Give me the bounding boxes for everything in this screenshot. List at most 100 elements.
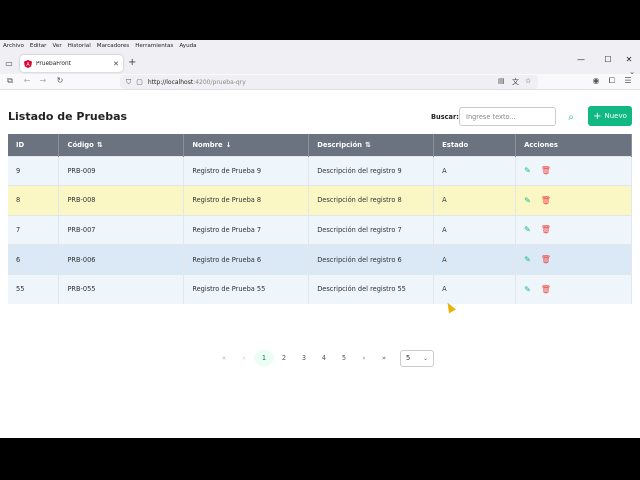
reader-view-icon[interactable]: ▤: [498, 77, 505, 85]
shield-icon[interactable]: ⛉: [126, 78, 131, 87]
sidebar-icon[interactable]: ⧉: [4, 76, 16, 86]
edit-icon[interactable]: ✎: [524, 285, 531, 294]
cell-id: 55: [8, 273, 60, 304]
cell-codigo: PRB-007: [58, 214, 185, 245]
menu-editar[interactable]: Editar: [30, 43, 47, 49]
forward-icon[interactable]: →: [37, 76, 49, 85]
page-button-5[interactable]: 5: [334, 350, 354, 366]
cell-estado: A: [433, 273, 517, 304]
angular-logo-icon: A: [24, 59, 32, 68]
cell-nombre: Registro de Prueba 8: [183, 185, 310, 216]
cell-acciones: ✎ 🗑: [515, 214, 632, 245]
cell-acciones: ✎ 🗑: [515, 155, 632, 186]
cell-descripcion: Descripción del registro 8: [308, 185, 435, 216]
browser-window: Archivo Editar Ver Historial Marcadores …: [0, 40, 640, 438]
bookmark-star-icon[interactable]: ☆: [525, 77, 531, 85]
url-text: http://localhost:4200/prueba-qry: [147, 78, 246, 86]
search-label: Buscar:: [431, 113, 459, 121]
cell-acciones: ✎ 🗑: [515, 273, 632, 304]
cell-descripcion: Descripción del registro 9: [308, 155, 435, 186]
page-size-select[interactable]: 5 ⌄: [400, 349, 434, 367]
sort-both-icon[interactable]: ⇅: [365, 141, 371, 149]
translate-icon[interactable]: 文: [512, 77, 519, 87]
cell-descripcion: Descripción del registro 7: [308, 214, 435, 245]
cell-id: 7: [8, 214, 60, 245]
column-header-acciones: Acciones: [515, 134, 632, 156]
page-button-1[interactable]: 1: [254, 350, 274, 366]
table-row[interactable]: 55 PRB-055 Registro de Prueba 55 Descrip…: [8, 273, 632, 304]
menu-archivo[interactable]: Archivo: [3, 43, 24, 49]
new-tab-icon[interactable]: +: [128, 57, 136, 68]
page-button-4[interactable]: 4: [314, 350, 334, 366]
page-button-2[interactable]: 2: [274, 350, 294, 366]
tab-strip: ▭ A PruebaFront ✕ + — ☐ ✕ ⌄: [0, 52, 640, 76]
tab-list-icon[interactable]: ▭: [3, 57, 15, 69]
close-window-icon[interactable]: ✕: [622, 55, 636, 64]
cell-codigo: PRB-009: [58, 155, 185, 186]
menu-ayuda[interactable]: Ayuda: [179, 43, 196, 49]
trash-icon[interactable]: 🗑: [541, 285, 551, 294]
page-size-value: 5: [406, 354, 411, 362]
menu-marcadores[interactable]: Marcadores: [97, 43, 129, 49]
navigation-bar: ⧉ ← → ↻ ⛉ ▢ http://localhost:4200/prueba…: [0, 74, 640, 90]
new-button[interactable]: + Nuevo: [588, 106, 632, 126]
sort-desc-icon[interactable]: ↓: [226, 141, 232, 149]
column-header-descripcion[interactable]: Descripción ⇅: [308, 134, 435, 156]
prev-page-button[interactable]: ‹: [234, 350, 254, 366]
cell-nombre: Registro de Prueba 9: [183, 155, 310, 186]
pocket-icon[interactable]: ◉: [590, 76, 602, 85]
table-row[interactable]: 9 PRB-009 Registro de Prueba 9 Descripci…: [8, 155, 632, 186]
trash-icon[interactable]: 🗑: [541, 166, 551, 175]
cell-id: 8: [8, 185, 60, 216]
edit-icon[interactable]: ✎: [524, 255, 531, 264]
reload-icon[interactable]: ↻: [54, 76, 66, 85]
page-button-3[interactable]: 3: [294, 350, 314, 366]
column-header-id[interactable]: ID: [8, 134, 60, 156]
column-header-estado[interactable]: Estado: [433, 134, 517, 156]
edit-icon[interactable]: ✎: [524, 225, 531, 234]
menu-ver[interactable]: Ver: [52, 43, 61, 49]
column-header-nombre[interactable]: Nombre ↓: [183, 134, 310, 156]
page-title: Listado de Pruebas: [8, 110, 128, 123]
trash-icon[interactable]: 🗑: [541, 255, 551, 264]
column-header-codigo[interactable]: Código ⇅: [58, 134, 185, 156]
trash-icon[interactable]: 🗑: [541, 225, 551, 234]
sort-both-icon[interactable]: ⇅: [97, 141, 103, 149]
cell-codigo: PRB-055: [58, 273, 185, 304]
cell-estado: A: [433, 214, 517, 245]
back-icon[interactable]: ←: [21, 76, 33, 85]
chevron-down-icon: ⌄: [422, 354, 428, 362]
table-row[interactable]: 6 PRB-006 Registro de Prueba 6 Descripci…: [8, 244, 632, 275]
new-button-label: Nuevo: [604, 112, 627, 120]
extensions-icon[interactable]: ⧠: [606, 76, 618, 86]
url-bar[interactable]: ⛉ ▢ http://localhost:4200/prueba-qry ▤ 文…: [120, 75, 538, 89]
cell-acciones: ✎ 🗑: [515, 185, 632, 216]
browser-tab[interactable]: A PruebaFront ✕: [20, 55, 123, 72]
edit-icon[interactable]: ✎: [524, 166, 531, 175]
maximize-icon[interactable]: ☐: [601, 55, 615, 64]
tab-close-icon[interactable]: ✕: [113, 60, 119, 68]
app-page: Listado de Pruebas Buscar: ⌕ + Nuevo ID …: [0, 90, 640, 438]
table-row[interactable]: 8 PRB-008 Registro de Prueba 8 Descripci…: [8, 185, 632, 216]
first-page-button[interactable]: «: [214, 350, 234, 366]
table-row[interactable]: 7 PRB-007 Registro de Prueba 7 Descripci…: [8, 214, 632, 245]
search-icon[interactable]: ⌕: [563, 109, 579, 125]
cell-id: 9: [8, 155, 60, 186]
pagination: « ‹ 1 2 3 4 5 › » 5 ⌄: [214, 349, 434, 367]
menu-historial[interactable]: Historial: [68, 43, 91, 49]
menu-herramientas[interactable]: Herramientas: [135, 43, 173, 49]
menu-icon[interactable]: ☰: [622, 76, 634, 85]
last-page-button[interactable]: »: [374, 350, 394, 366]
page-info-icon[interactable]: ▢: [136, 78, 143, 86]
next-page-button[interactable]: ›: [354, 350, 374, 366]
cell-estado: A: [433, 155, 517, 186]
trash-icon[interactable]: 🗑: [541, 196, 551, 205]
cell-estado: A: [433, 185, 517, 216]
cell-descripcion: Descripción del registro 55: [308, 273, 435, 304]
edit-icon[interactable]: ✎: [524, 196, 531, 205]
menu-bar: Archivo Editar Ver Historial Marcadores …: [0, 40, 640, 52]
cell-estado: A: [433, 244, 517, 275]
search-input[interactable]: [459, 107, 556, 126]
minimize-icon[interactable]: —: [574, 55, 588, 64]
cell-nombre: Registro de Prueba 6: [183, 244, 310, 275]
